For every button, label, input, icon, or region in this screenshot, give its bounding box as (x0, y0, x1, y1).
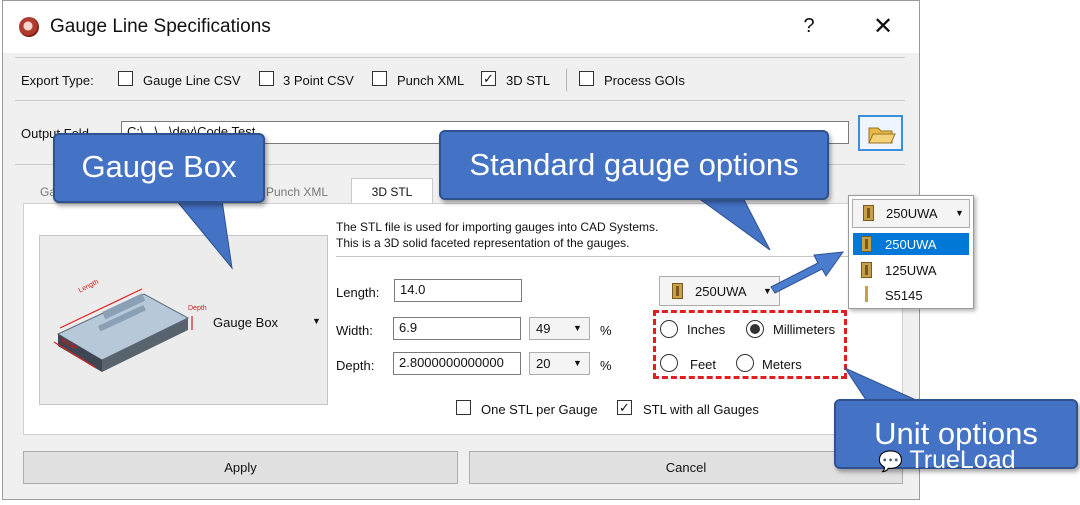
standard-gauge-callout: Standard gauge options (439, 130, 829, 200)
standard-gauge-callout-pointer (688, 191, 771, 251)
gauge-box-callout-text: Gauge Box (81, 149, 237, 184)
watermark-text: TrueLoad (909, 446, 1016, 474)
wechat-icon: 💬 (878, 451, 903, 473)
unit-options-callout-text: Unit options (874, 416, 1038, 451)
unit-options-callout-pointer (843, 366, 917, 401)
standard-gauge-callout-text: Standard gauge options (469, 147, 799, 182)
arrow-right-icon (770, 251, 845, 294)
gauge-box-callout: Gauge Box (53, 133, 265, 203)
gauge-box-callout-pointer (174, 199, 233, 270)
watermark: 💬 TrueLoad (878, 446, 1016, 475)
